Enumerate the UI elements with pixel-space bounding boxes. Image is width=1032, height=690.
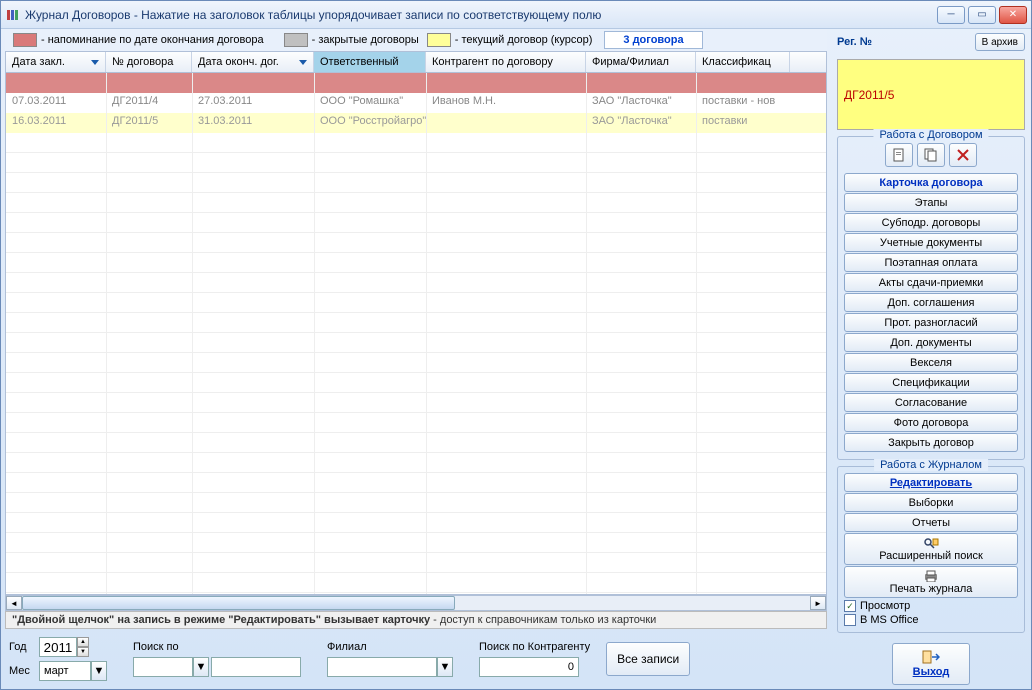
grid-background [6, 133, 826, 594]
exit-icon [922, 650, 940, 664]
filter-bar: Год ▲▼ Мес ▼ Пои [5, 629, 827, 685]
search-label: Поиск по [133, 641, 301, 653]
year-label: Год [9, 641, 35, 653]
new-document-button[interactable] [885, 143, 913, 167]
preview-checkbox-row[interactable]: ✓ Просмотр [844, 600, 1018, 612]
counterparty-input[interactable] [479, 657, 579, 677]
counterparty-label: Поиск по Контрагенту [479, 641, 590, 653]
th-date-concluded[interactable]: Дата закл. [6, 52, 106, 72]
reports-button[interactable]: Отчеты [844, 513, 1018, 532]
legend-text-reminder: - напоминание по дате окончания договора [41, 34, 264, 46]
copy-icon [923, 147, 939, 163]
printer-icon [923, 570, 939, 582]
scroll-track[interactable] [22, 596, 810, 610]
x-icon [956, 148, 970, 162]
search-field-input[interactable] [133, 657, 193, 677]
horizontal-scrollbar[interactable]: ◄ ► [5, 595, 827, 611]
maximize-button[interactable]: ▭ [968, 6, 996, 24]
checkbox-icon[interactable] [844, 614, 856, 626]
acceptance-acts-button[interactable]: Акты сдачи-приемки [844, 273, 1018, 292]
chevron-down-icon[interactable]: ▼ [91, 661, 107, 681]
staged-payment-button[interactable]: Поэтапная оплата [844, 253, 1018, 272]
th-classification[interactable]: Классификац [696, 52, 790, 72]
reg-number-field[interactable] [837, 59, 1025, 130]
minimize-button[interactable]: ─ [937, 6, 965, 24]
legend-text-closed: - закрытые договоры [312, 34, 419, 46]
window-title: Журнал Договоров - Нажатие на заголовок … [25, 8, 937, 22]
branch-input[interactable] [327, 657, 437, 677]
checkbox-icon[interactable]: ✓ [844, 600, 856, 612]
th-counterparty[interactable]: Контрагент по договору [426, 52, 586, 72]
hint-bar: "Двойной щелчок" на запись в режиме "Ред… [5, 611, 827, 629]
th-end-date[interactable]: Дата оконч. дог. [192, 52, 314, 72]
delete-document-button[interactable] [949, 143, 977, 167]
month-combo[interactable]: ▼ [39, 661, 107, 681]
scroll-left-button[interactable]: ◄ [6, 596, 22, 610]
photo-button[interactable]: Фото договора [844, 413, 1018, 432]
spin-up[interactable]: ▲ [77, 637, 89, 647]
amendments-button[interactable]: Доп. соглашения [844, 293, 1018, 312]
month-label: Мес [9, 665, 35, 677]
archive-button[interactable]: В архив [975, 33, 1025, 51]
spin-down[interactable]: ▼ [77, 647, 89, 657]
copy-document-button[interactable] [917, 143, 945, 167]
contract-count: 3 договора [604, 31, 702, 49]
exit-button[interactable]: Выход [892, 643, 971, 685]
group-title: Работа с Журналом [874, 459, 988, 471]
month-input[interactable] [39, 661, 91, 681]
scroll-right-button[interactable]: ► [810, 596, 826, 610]
table-row[interactable]: 07.03.2011ДГ2011/427.03.2011ООО "Ромашка… [6, 93, 826, 113]
chevron-down-icon[interactable]: ▼ [193, 657, 209, 677]
search-value-input[interactable] [211, 657, 301, 677]
subcontracts-button[interactable]: Субподр. договоры [844, 213, 1018, 232]
chevron-down-icon[interactable]: ▼ [437, 657, 453, 677]
selections-button[interactable]: Выборки [844, 493, 1018, 512]
legend-bar: - напоминание по дате окончания договора… [5, 29, 827, 51]
table-header: Дата закл. № договора Дата оконч. дог. О… [5, 51, 827, 73]
all-records-button[interactable]: Все записи [606, 642, 690, 676]
chevron-down-icon [91, 60, 99, 65]
msoffice-checkbox-row[interactable]: В MS Office [844, 614, 1018, 626]
discrepancy-button[interactable]: Прот. разногласий [844, 313, 1018, 332]
search-combo[interactable]: ▼ [133, 657, 301, 677]
accounting-docs-button[interactable]: Учетные документы [844, 233, 1018, 252]
legend-text-current: - текущий договор (курсор) [455, 34, 593, 46]
close-button[interactable]: ✕ [999, 6, 1027, 24]
approval-button[interactable]: Согласование [844, 393, 1018, 412]
table-row[interactable] [6, 73, 826, 93]
group-title: Работа с Договором [873, 129, 988, 141]
year-spinner[interactable]: ▲▼ [39, 637, 89, 657]
year-input[interactable] [39, 637, 77, 657]
legend-swatch-reminder [13, 33, 37, 47]
titlebar: Журнал Договоров - Нажатие на заголовок … [1, 1, 1031, 29]
contract-actions-group: Работа с Договором Карточка договора Эта… [837, 136, 1025, 460]
reg-label: Рег. № [837, 36, 872, 48]
th-contract-no[interactable]: № договора [106, 52, 192, 72]
table-body[interactable]: 07.03.2011ДГ2011/427.03.2011ООО "Ромашка… [5, 73, 827, 595]
legend-swatch-closed [284, 33, 308, 47]
chevron-down-icon [299, 60, 307, 65]
bills-button[interactable]: Векселя [844, 353, 1018, 372]
app-icon [5, 7, 21, 23]
scroll-thumb[interactable] [22, 596, 455, 610]
th-responsible[interactable]: Ответственный [314, 52, 426, 72]
search-icon [923, 537, 939, 549]
table-row[interactable]: 16.03.2011ДГ2011/531.03.2011ООО "Росстро… [6, 113, 826, 133]
edit-button[interactable]: Редактировать [844, 473, 1018, 492]
document-icon [891, 147, 907, 163]
print-journal-button[interactable]: Печать журнала [844, 566, 1018, 598]
extra-docs-button[interactable]: Доп. документы [844, 333, 1018, 352]
extended-search-button[interactable]: Расширенный поиск [844, 533, 1018, 565]
close-contract-button[interactable]: Закрыть договор [844, 433, 1018, 452]
specs-button[interactable]: Спецификации [844, 373, 1018, 392]
stages-button[interactable]: Этапы [844, 193, 1018, 212]
branch-label: Филиал [327, 641, 453, 653]
branch-combo[interactable]: ▼ [327, 657, 453, 677]
legend-swatch-current [427, 33, 451, 47]
th-firm[interactable]: Фирма/Филиал [586, 52, 696, 72]
contract-card-button[interactable]: Карточка договора [844, 173, 1018, 192]
journal-actions-group: Работа с Журналом Редактировать Выборки … [837, 466, 1025, 633]
